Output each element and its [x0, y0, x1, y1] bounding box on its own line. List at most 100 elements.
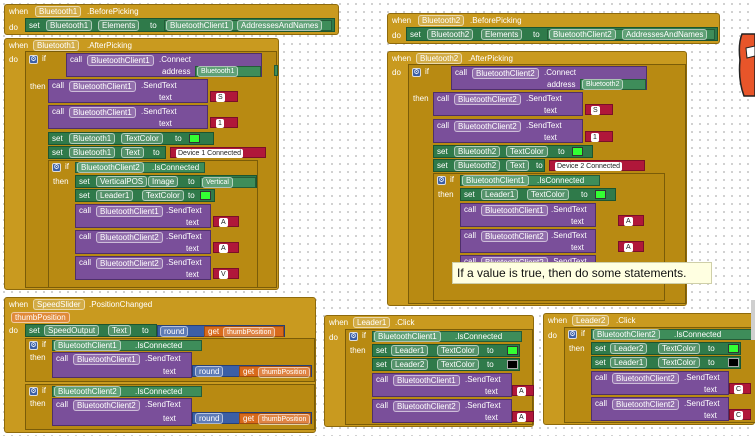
- component-dropdown[interactable]: Bluetooth2: [416, 53, 463, 64]
- color-green-swatch[interactable]: [572, 147, 583, 156]
- param-thumbposition[interactable]: thumbPosition: [11, 312, 70, 323]
- nested-if-block[interactable]: ⚙ if then BluetoothClient2 .IsConnected …: [48, 160, 258, 288]
- mutator-gear-icon[interactable]: ⚙: [568, 330, 577, 339]
- component-dropdown[interactable]: Leader1: [96, 190, 134, 201]
- set-leader1-color[interactable]: set Leader1 TextColor to: [372, 344, 520, 357]
- isconnected-getter[interactable]: BluetoothClient1 .IsConnected: [52, 340, 202, 351]
- component-dropdown[interactable]: BluetoothClient2: [472, 68, 539, 79]
- text-a-literal[interactable]: A: [618, 215, 644, 226]
- sendtext-s-block[interactable]: call BluetoothClient2 .SendText text: [433, 92, 583, 116]
- sendtext-a-block[interactable]: call BluetoothClient1 .SendText text: [460, 203, 596, 227]
- sendtext-s-block[interactable]: call BluetoothClient1 .SendText text: [48, 79, 208, 103]
- set-image-block[interactable]: set VerticalPOS Image to Vertical: [75, 175, 257, 188]
- set-leader1-color[interactable]: set Leader1 TextColor to: [591, 356, 741, 369]
- set-textcolor-block[interactable]: set Bluetooth2 TextColor to: [433, 145, 593, 158]
- component-dropdown[interactable]: Leader1: [610, 357, 648, 368]
- set-leader2-color[interactable]: set Leader2 TextColor to: [372, 358, 520, 371]
- text-a-literal[interactable]: A: [213, 216, 239, 227]
- text-a2-literal[interactable]: A: [213, 242, 239, 253]
- picture-getter[interactable]: Vertical: [200, 177, 256, 188]
- component-dropdown[interactable]: SpeedSlider: [33, 299, 85, 310]
- round-block[interactable]: round get thumbPosition: [192, 412, 312, 425]
- get-thumbposition[interactable]: get thumbPosition: [204, 326, 284, 338]
- component-dropdown[interactable]: Bluetooth2: [454, 160, 501, 171]
- component-dropdown[interactable]: BluetoothClient2: [73, 400, 140, 411]
- trash-can-icon[interactable]: [736, 30, 755, 100]
- text-value[interactable]: A: [517, 387, 526, 396]
- component-dropdown[interactable]: BluetoothClient2: [54, 386, 121, 397]
- if-block-1[interactable]: ⚙ if then BluetoothClient1 .IsConnected …: [25, 338, 315, 382]
- mutator-gear-icon[interactable]: ⚙: [349, 332, 358, 341]
- property-dropdown[interactable]: Image: [148, 176, 179, 187]
- text-s-literal[interactable]: S: [585, 104, 613, 115]
- event-leader2-click[interactable]: when Leader2 .Click do ⚙ if then Bluetoo…: [543, 313, 755, 425]
- component-dropdown[interactable]: Bluetooth1: [33, 40, 80, 51]
- component-dropdown[interactable]: Leader2: [610, 343, 648, 354]
- text-value[interactable]: A: [219, 218, 228, 227]
- connect-call-block[interactable]: call BluetoothClient2 .Connect address B…: [451, 66, 647, 90]
- component-dropdown[interactable]: Bluetooth2: [582, 79, 624, 90]
- text-a-literal[interactable]: A: [512, 385, 534, 396]
- sendtext-client1[interactable]: call BluetoothClient1 .SendText text: [372, 373, 512, 397]
- property-dropdown[interactable]: TextColor: [437, 359, 479, 370]
- component-dropdown[interactable]: Leader2: [572, 315, 610, 326]
- component-dropdown[interactable]: BluetoothClient1: [69, 107, 136, 118]
- mutator-gear-icon[interactable]: ⚙: [437, 176, 446, 185]
- round-block[interactable]: round get thumbPosition: [192, 365, 312, 378]
- component-dropdown[interactable]: Bluetooth1: [197, 66, 239, 77]
- text-c2-literal[interactable]: C: [729, 409, 751, 420]
- event-bluetooth2-beforepicking[interactable]: when Bluetooth2 .BeforePicking do set Bl…: [387, 13, 720, 44]
- component-dropdown[interactable]: BluetoothClient2: [454, 121, 521, 132]
- component-dropdown[interactable]: Vertical: [202, 177, 233, 188]
- component-dropdown[interactable]: BluetoothClient2: [481, 231, 548, 242]
- color-green-swatch[interactable]: [595, 190, 606, 199]
- text-1-literal[interactable]: 1: [585, 131, 613, 142]
- color-black-swatch[interactable]: [507, 360, 518, 369]
- text-value[interactable]: C: [734, 411, 744, 420]
- component-dropdown[interactable]: Bluetooth1: [46, 20, 93, 31]
- color-black-swatch[interactable]: [728, 358, 739, 367]
- component-dropdown[interactable]: BluetoothClient2: [77, 162, 144, 173]
- round-dropdown[interactable]: round: [160, 326, 189, 337]
- component-dropdown[interactable]: BluetoothClient1: [87, 55, 154, 66]
- if-block[interactable]: ⚙ if then BluetoothClient2 .IsConnected …: [564, 327, 755, 423]
- text-value[interactable]: V: [219, 270, 228, 279]
- mutator-gear-icon[interactable]: ⚙: [412, 68, 421, 77]
- text-s-literal[interactable]: S: [210, 91, 238, 102]
- text-value[interactable]: C: [734, 385, 744, 394]
- sendtext-1-block[interactable]: call BluetoothClient2 .SendText text: [433, 119, 583, 143]
- property-dropdown[interactable]: Text: [121, 147, 144, 158]
- component-dropdown[interactable]: BluetoothClient2: [393, 401, 460, 412]
- text-c-literal[interactable]: C: [729, 383, 751, 394]
- event-leader1-click[interactable]: when Leader1 .Click do ⚙ if then Bluetoo…: [324, 315, 534, 427]
- connect-call-block[interactable]: call BluetoothClient1 .Connect address B…: [66, 53, 262, 77]
- property-dropdown[interactable]: Text: [108, 325, 131, 336]
- text-value[interactable]: Device 2 Connected: [555, 162, 623, 171]
- color-green-swatch[interactable]: [507, 346, 518, 355]
- property-dropdown[interactable]: Elements: [481, 29, 523, 40]
- property-dropdown[interactable]: Elements: [98, 20, 140, 31]
- isconnected-getter[interactable]: BluetoothClient1 .IsConnected: [372, 331, 522, 342]
- text-value[interactable]: S: [591, 106, 600, 115]
- property-dropdown[interactable]: TextColor: [658, 357, 700, 368]
- component-dropdown[interactable]: Leader1: [353, 317, 391, 328]
- event-bluetooth1-afterpicking[interactable]: when Bluetooth1 .AfterPicking do ⚙ if th…: [4, 38, 279, 290]
- set-speedoutput-block[interactable]: set SpeedOutput Text to: [25, 324, 157, 337]
- component-dropdown[interactable]: BluetoothClient1: [166, 20, 233, 31]
- text-value[interactable]: A: [624, 217, 633, 226]
- property-dropdown[interactable]: TextColor: [142, 190, 184, 201]
- color-green-swatch[interactable]: [728, 344, 739, 353]
- event-bluetooth1-beforepicking[interactable]: when Bluetooth1 .BeforePicking do set Bl…: [4, 4, 339, 35]
- set-leader-color-block[interactable]: set Leader1 TextColor to: [460, 188, 616, 201]
- property-dropdown[interactable]: Text: [506, 160, 529, 171]
- mutator-gear-icon[interactable]: ⚙: [29, 387, 38, 396]
- component-dropdown[interactable]: Bluetooth2: [427, 29, 474, 40]
- mutator-gear-icon[interactable]: ⚙: [29, 341, 38, 350]
- set-textcolor-block[interactable]: set Bluetooth1 TextColor to: [48, 132, 214, 145]
- text-device1-literal[interactable]: Device 1 Connected: [170, 147, 266, 158]
- event-speedslider-positionchanged[interactable]: when SpeedSlider .PositionChanged thumbP…: [4, 297, 316, 433]
- component-dropdown[interactable]: BluetoothClient2: [549, 29, 616, 40]
- component-dropdown[interactable]: Leader1: [391, 345, 429, 356]
- component-dropdown[interactable]: BluetoothClient2: [96, 232, 163, 243]
- sendtext-client2[interactable]: call BluetoothClient2 .SendText text: [372, 399, 512, 423]
